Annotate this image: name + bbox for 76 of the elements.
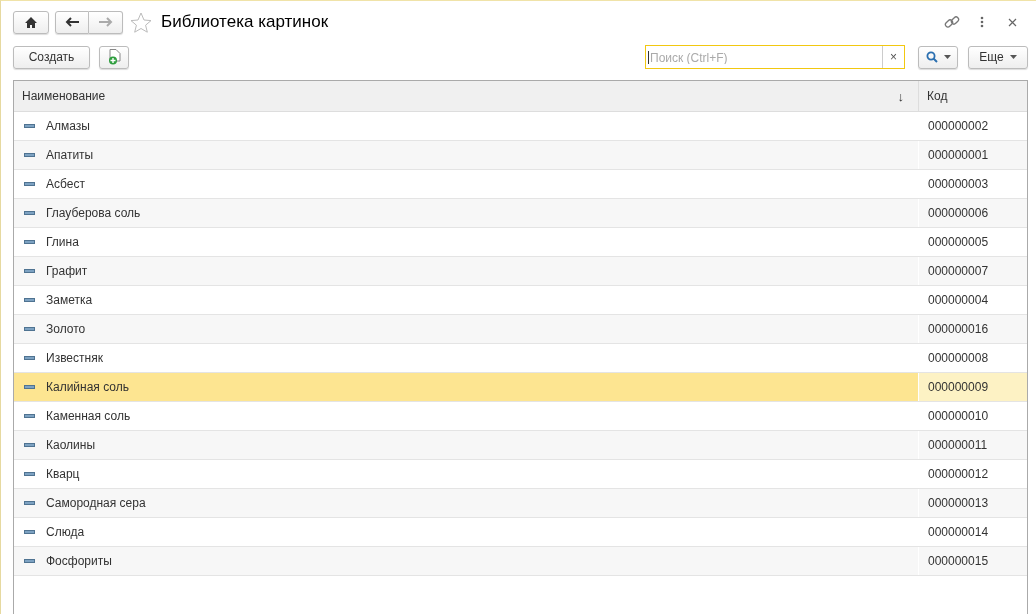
table-cell: Кварц — [46, 467, 80, 481]
table-cell: Каменная соль — [46, 409, 131, 423]
caret-icon — [943, 55, 951, 59]
item-icon — [24, 124, 35, 128]
table-cell: Алмазы — [46, 119, 90, 133]
table-cell: Асбест — [46, 177, 85, 191]
left-arrow-icon — [65, 17, 79, 27]
item-icon — [24, 240, 35, 244]
item-icon — [24, 385, 35, 389]
table-cell: 000000010 — [928, 409, 989, 423]
item-icon — [24, 530, 35, 534]
right-arrow-icon — [98, 17, 113, 27]
caret-icon — [1009, 55, 1017, 59]
table-cell: 000000015 — [928, 554, 989, 568]
table-cell: Графит — [46, 264, 88, 278]
table-row[interactable]: Калийная соль 000000009 — [14, 373, 1027, 402]
table-cell: Золото — [46, 322, 86, 336]
search-icon — [925, 51, 938, 63]
table-cell: Каолины — [46, 438, 96, 452]
item-icon — [24, 356, 35, 360]
item-icon — [24, 182, 35, 186]
table-row[interactable]: Глауберова соль 000000006 — [14, 199, 1027, 228]
table-cell: 000000012 — [928, 467, 989, 481]
table-row[interactable]: Каолины 000000011 — [14, 431, 1027, 460]
table-row[interactable]: Апатиты 000000001 — [14, 141, 1027, 170]
table-cell: 000000006 — [928, 206, 989, 220]
table-cell: 000000005 — [928, 235, 989, 249]
table-cell: 000000008 — [928, 351, 989, 365]
table-cell: Глауберова соль — [46, 206, 141, 220]
back-button[interactable] — [55, 10, 89, 34]
table-cell: 000000003 — [928, 177, 989, 191]
table-cell: Слюда — [46, 525, 85, 539]
sort-arrow-icon: ↓ — [897, 88, 904, 104]
table-cell: 000000007 — [928, 264, 989, 278]
item-icon — [24, 211, 35, 215]
item-icon — [24, 298, 35, 302]
search-field[interactable]: Поиск (Ctrl+F) × — [645, 45, 905, 69]
table-row[interactable]: Самородная сера 000000013 — [14, 489, 1027, 518]
home-icon — [25, 16, 37, 28]
column-label: Наименование — [22, 89, 106, 103]
item-icon — [24, 559, 35, 563]
column-header[interactable]: Наименование ↓ — [14, 81, 919, 111]
item-icon — [24, 327, 35, 331]
home-button[interactable] — [13, 10, 49, 34]
item-icon — [24, 501, 35, 505]
add-document-button[interactable] — [99, 45, 129, 69]
item-icon — [24, 414, 35, 418]
table-cell: 000000009 — [928, 380, 989, 394]
table-cell: Апатиты — [46, 148, 94, 162]
table-cell: 000000011 — [928, 438, 988, 452]
item-icon — [24, 472, 35, 476]
item-icon — [24, 269, 35, 273]
table-cell: Заметка — [46, 293, 93, 307]
document-add-icon — [107, 49, 121, 65]
table-row[interactable]: Золото 000000016 — [14, 315, 1027, 344]
table-row[interactable]: Фосфориты 000000015 — [14, 547, 1027, 576]
item-icon — [24, 153, 35, 157]
table-cell: 000000004 — [928, 293, 989, 307]
table-cell: Глина — [46, 235, 79, 249]
star-icon[interactable] — [129, 12, 153, 32]
search-button[interactable] — [918, 45, 958, 69]
table-cell: 000000014 — [928, 525, 989, 539]
item-icon — [24, 443, 35, 447]
column-header[interactable]: Код — [919, 81, 1027, 111]
table-cell: Калийная соль — [46, 380, 129, 394]
create-button[interactable]: Создать — [13, 45, 90, 69]
table-cell: 000000002 — [928, 119, 989, 133]
table-cell: 000000016 — [928, 322, 989, 336]
table-cell: 000000013 — [928, 496, 989, 510]
table-cell: Самородная сера — [46, 496, 146, 510]
more-button[interactable]: Еще — [968, 45, 1028, 69]
table-row[interactable]: Графит 000000007 — [14, 257, 1027, 286]
window-title: Библиотека картинок — [161, 12, 329, 32]
table-cell: Известняк — [46, 351, 103, 365]
table-cell: 000000001 — [928, 148, 989, 162]
table-cell: Фосфориты — [46, 554, 112, 568]
